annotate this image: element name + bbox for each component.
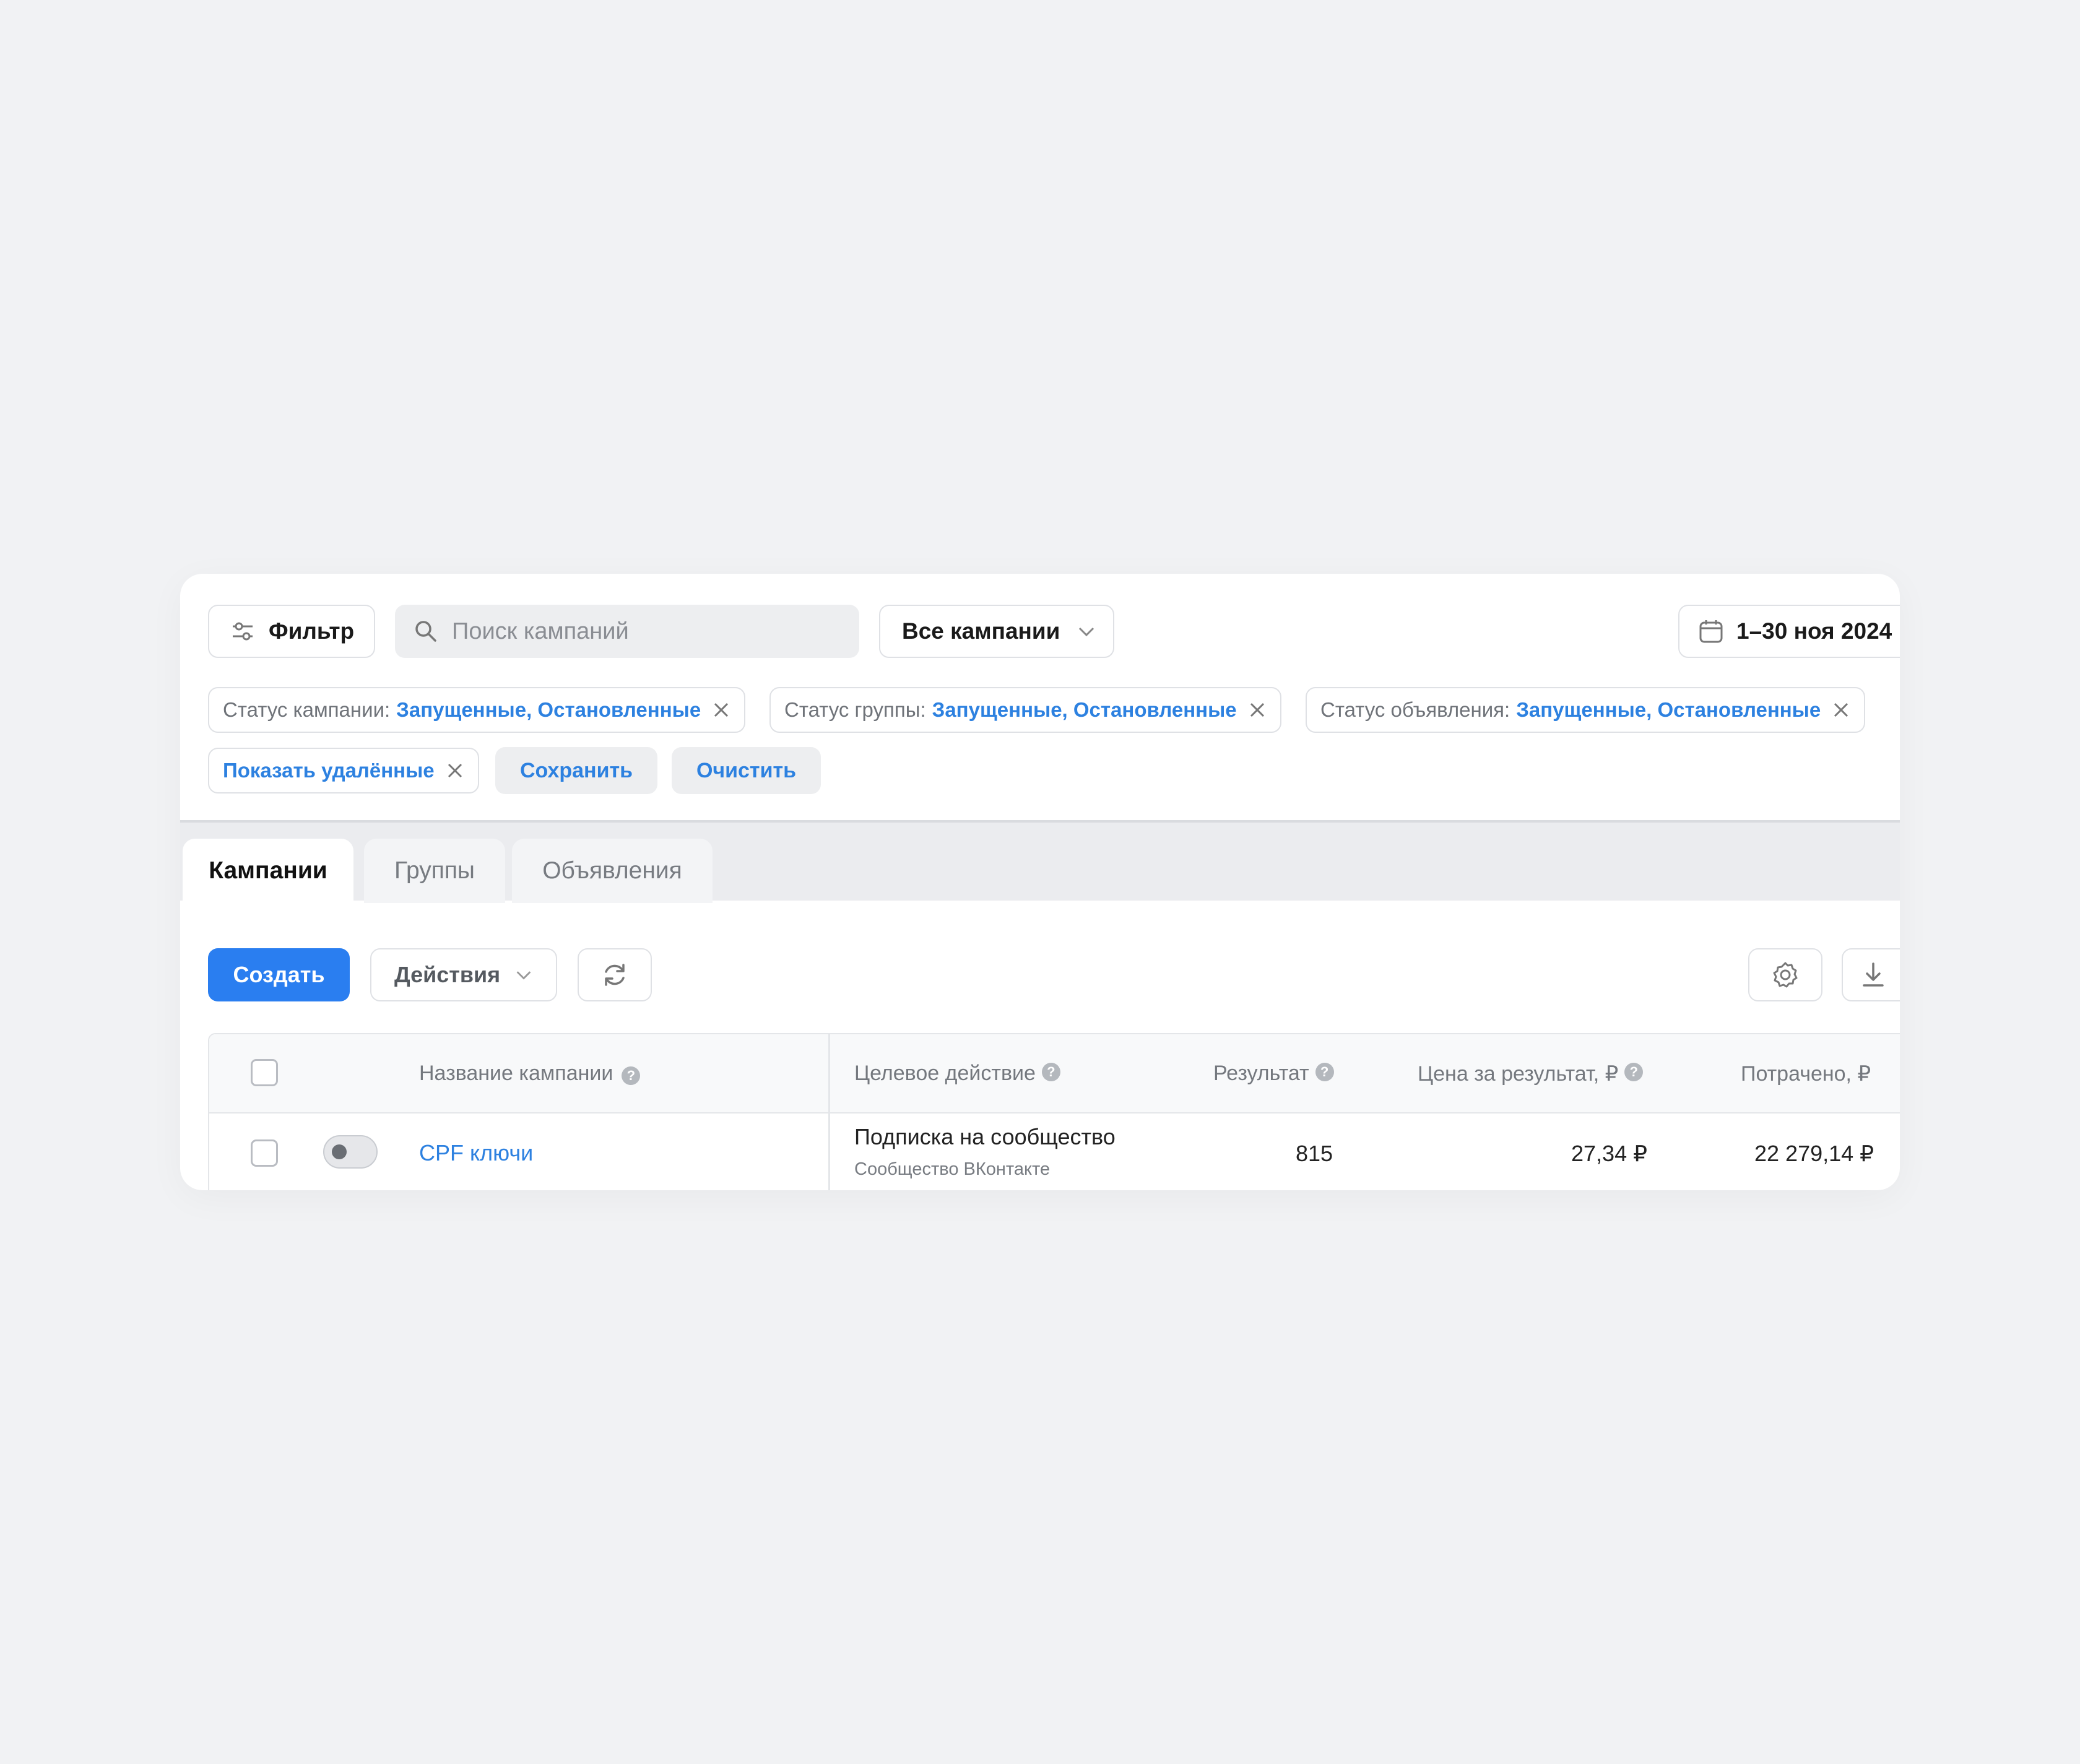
toggle-knob [332,1144,347,1159]
header-campaign-name[interactable]: Название кампании ? [419,1061,641,1086]
help-icon[interactable]: ? [1315,1062,1334,1081]
actions-dropdown-label: Действия [394,962,501,987]
download-button[interactable] [1842,948,1900,1001]
tab-campaigns[interactable]: Кампании [183,839,353,903]
chip-label: Статус группы: [784,698,926,721]
help-icon[interactable]: ? [622,1066,641,1085]
header-result[interactable]: Результат ? [1213,1061,1334,1086]
close-icon[interactable] [446,761,464,780]
spent-value: 22 279,14 ₽ [1754,1141,1874,1166]
select-all-checkbox[interactable] [251,1059,278,1086]
result-value: 815 [1296,1141,1333,1166]
filter-chip-group-status[interactable]: Статус группы: Запущенные, Остановленные [769,687,1281,733]
header-price-per-result[interactable]: Цена за результат, ₽ ? [1418,1061,1644,1086]
header-label: Цена за результат, ₽ [1418,1062,1619,1086]
chip-value: Показать удалённые [223,759,435,782]
refresh-button[interactable] [578,948,652,1001]
search-input[interactable]: Поиск кампаний [395,605,859,658]
target-action: Подписка на сообщество [854,1124,1116,1149]
calendar-icon [1699,620,1723,643]
chevron-down-icon [1079,627,1094,637]
actions-dropdown[interactable]: Действия [370,948,557,1001]
create-button[interactable]: Создать [208,948,350,1001]
header-label: Потрачено, ₽ [1741,1062,1871,1086]
chip-label: Статус объявления: [1320,698,1510,721]
settings-button[interactable] [1748,948,1822,1001]
chip-label: Статус кампании: [223,698,391,721]
filter-chip-show-deleted[interactable]: Показать удалённые [208,748,479,793]
clear-filters-button[interactable]: Очистить [672,747,821,794]
header-spent[interactable]: Потрачено, ₽ [1741,1061,1871,1086]
price-value: 27,34 ₽ [1571,1141,1647,1166]
tab-ads[interactable]: Объявления [512,839,713,903]
search-placeholder: Поиск кампаний [452,618,629,644]
campaigns-table: Название кампании ? Целевое действие ? Р… [208,1033,1900,1190]
save-filters-button[interactable]: Сохранить [495,747,657,794]
date-range-button[interactable]: 1–30 ноя 2024 [1678,605,1900,658]
help-icon[interactable]: ? [1041,1062,1060,1081]
gear-icon [1773,962,1798,988]
filter-chip-ad-status[interactable]: Статус объявления: Запущенные, Остановле… [1306,687,1866,733]
tab-groups[interactable]: Группы [364,839,505,903]
header-label: Результат [1213,1061,1309,1085]
refresh-icon [605,964,625,986]
close-icon[interactable] [1248,701,1267,719]
campaigns-dropdown-label: Все кампании [902,618,1060,644]
campaign-name-link[interactable]: CPF ключи [419,1140,533,1166]
filter-chip-campaign-status[interactable]: Статус кампании: Запущенные, Остановленн… [208,687,746,733]
download-icon [1863,962,1884,987]
date-range-label: 1–30 ноя 2024 [1736,618,1892,644]
campaign-toggle[interactable] [323,1135,378,1169]
header-label: Целевое действие [854,1061,1036,1085]
close-icon[interactable] [1832,701,1850,719]
sliders-icon [233,622,253,641]
tabs-bar: Кампании Группы Объявления [180,820,1900,903]
header-target-action[interactable]: Целевое действие ? [854,1061,1060,1086]
header-label: Название кампании [419,1061,613,1085]
chip-value: Запущенные, Остановленные [932,698,1237,721]
column-divider[interactable] [828,1034,830,1190]
filter-label: Фильтр [269,618,355,644]
campaigns-dropdown[interactable]: Все кампании [879,605,1114,658]
help-icon[interactable]: ? [1624,1063,1644,1081]
search-icon [415,621,436,642]
filter-button[interactable]: Фильтр [208,605,375,658]
row-checkbox[interactable] [251,1139,278,1167]
chip-value: Запущенные, Остановленные [396,698,701,721]
chip-value: Запущенные, Остановленные [1516,698,1821,721]
target-action-sub: Сообщество ВКонтакте [854,1159,1051,1179]
close-icon[interactable] [712,701,730,719]
table-header: Название кампании ? Целевое действие ? Р… [209,1034,1900,1113]
chevron-down-icon [516,971,531,980]
campaigns-panel: Фильтр Поиск кампаний Все кампании 1–30 … [180,574,1900,1190]
